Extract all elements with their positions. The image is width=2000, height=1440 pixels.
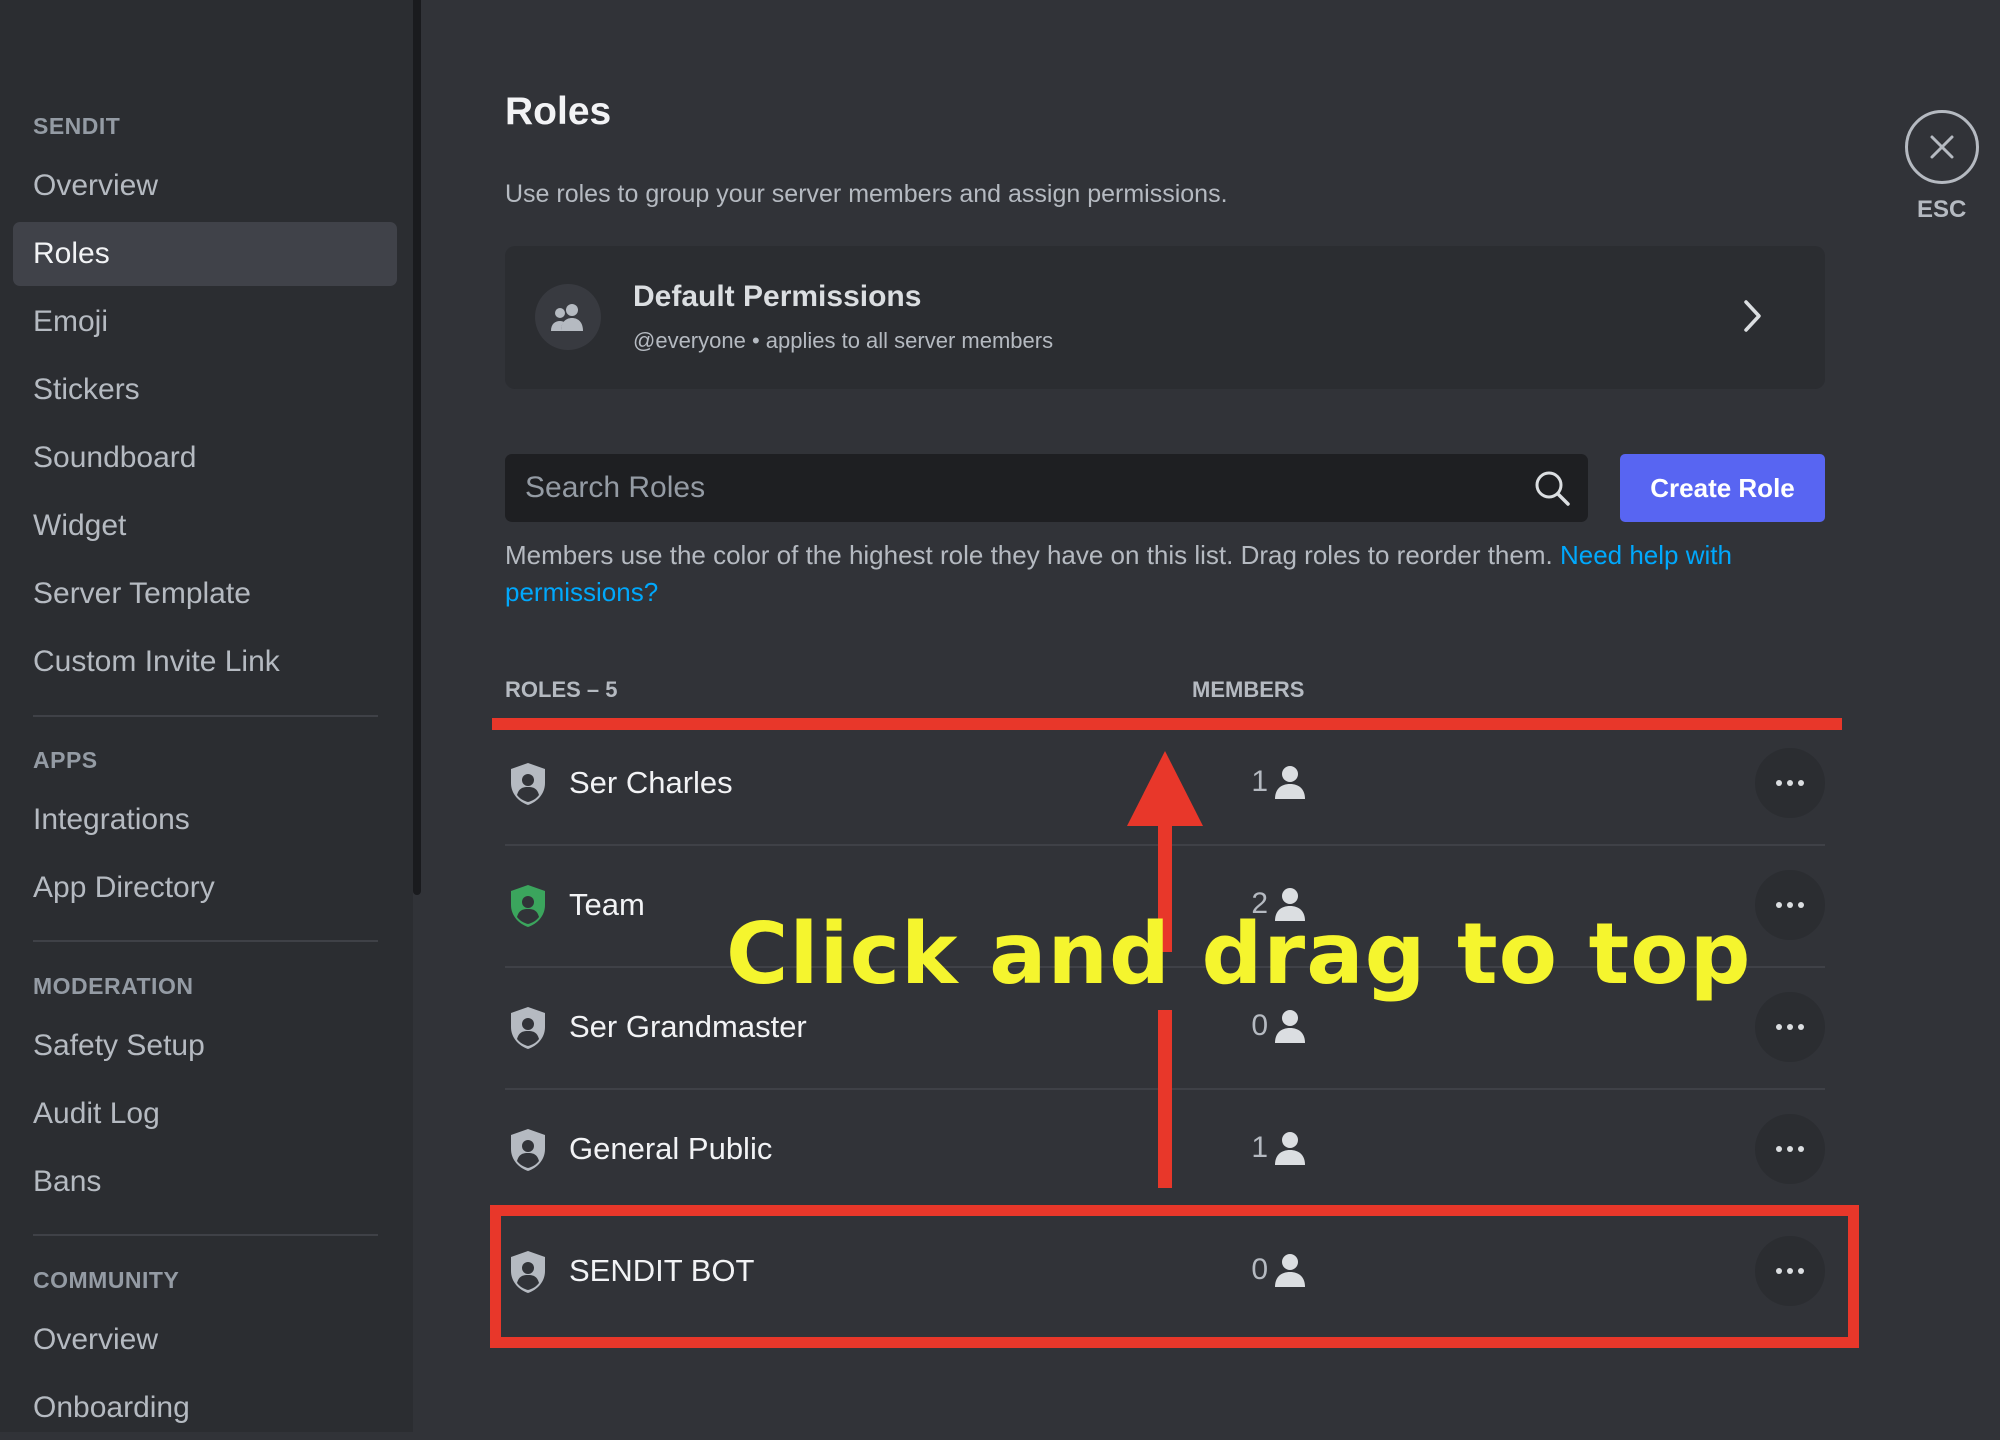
default-permissions-card[interactable]: Default Permissions @everyone • applies … [505, 246, 1825, 389]
sidebar-item-emoji[interactable]: Emoji [13, 290, 397, 354]
more-options-button[interactable] [1755, 870, 1825, 940]
shield-icon [507, 883, 549, 934]
annotation-text: Click and drag to top [726, 905, 1752, 1004]
members-icon [535, 284, 601, 350]
dot-icon [1798, 902, 1804, 908]
roles-help-text: Members use the color of the highest rol… [505, 537, 1835, 611]
sidebar-item-widget[interactable]: Widget [13, 494, 397, 558]
more-options-button[interactable] [1755, 992, 1825, 1062]
sidebar-scrollbar[interactable] [413, 0, 421, 895]
role-name: Ser Grandmaster [569, 1009, 807, 1044]
sidebar-divider [33, 1234, 378, 1236]
sidebar-item-server-template[interactable]: Server Template [13, 562, 397, 626]
dot-icon [1787, 1024, 1793, 1030]
close-button[interactable] [1905, 110, 1979, 184]
more-options-button[interactable] [1755, 748, 1825, 818]
default-permissions-subtitle: @everyone • applies to all server member… [633, 328, 1054, 353]
dot-icon [1798, 1024, 1804, 1030]
sidebar-item-onboarding[interactable]: Onboarding [13, 1376, 397, 1440]
sidebar-item-community-overview[interactable]: Overview [13, 1308, 397, 1372]
dot-icon [1776, 1146, 1782, 1152]
chevron-right-icon [1741, 296, 1765, 341]
sidebar-item-integrations[interactable]: Integrations [13, 788, 397, 852]
esc-label: ESC [1917, 196, 1967, 223]
roles-count-header: ROLES – 5 [505, 677, 618, 702]
create-role-button[interactable]: Create Role [1620, 454, 1825, 522]
search-roles-input[interactable]: Search Roles [505, 454, 1588, 522]
sidebar-divider [33, 940, 378, 942]
member-count: 1 [1251, 765, 1268, 798]
settings-sidebar: SENDIT Overview Roles Emoji Stickers Sou… [0, 0, 413, 1432]
sidebar-item-safety-setup[interactable]: Safety Setup [13, 1014, 397, 1078]
sidebar-header-moderation: MODERATION [33, 973, 194, 999]
sidebar-item-soundboard[interactable]: Soundboard [13, 426, 397, 490]
person-icon [1273, 764, 1307, 805]
dot-icon [1798, 1146, 1804, 1152]
dot-icon [1787, 902, 1793, 908]
person-icon [1273, 1008, 1307, 1049]
search-placeholder: Search Roles [525, 471, 706, 504]
shield-icon [507, 1005, 549, 1056]
sidebar-item-overview[interactable]: Overview [13, 154, 397, 218]
sidebar-item-audit-log[interactable]: Audit Log [13, 1082, 397, 1146]
sidebar-divider [33, 715, 378, 717]
page-title: Roles [505, 90, 612, 133]
dot-icon [1787, 780, 1793, 786]
more-options-button[interactable] [1755, 1114, 1825, 1184]
member-count: 1 [1251, 1131, 1268, 1164]
sidebar-item-custom-invite-link[interactable]: Custom Invite Link [13, 630, 397, 694]
person-icon [1273, 1130, 1307, 1171]
dot-icon [1798, 780, 1804, 786]
role-name: General Public [569, 1131, 773, 1166]
members-header: MEMBERS [1192, 677, 1305, 702]
sidebar-item-app-directory[interactable]: App Directory [13, 856, 397, 920]
shield-icon [507, 1127, 549, 1178]
sidebar-header-community: COMMUNITY [33, 1267, 180, 1293]
sidebar-header-apps: APPS [33, 747, 98, 773]
dot-icon [1776, 780, 1782, 786]
annotation-target-line [492, 718, 1842, 730]
member-count: 0 [1251, 1009, 1268, 1042]
close-icon [1930, 135, 1954, 159]
dot-icon [1787, 1146, 1793, 1152]
page-subtitle: Use roles to group your server members a… [505, 180, 1228, 208]
sidebar-item-roles[interactable]: Roles [13, 222, 397, 286]
role-name: Team [569, 887, 645, 922]
role-name: Ser Charles [569, 765, 733, 800]
annotation-highlight-box [490, 1205, 1859, 1348]
default-permissions-title: Default Permissions [633, 280, 922, 313]
sidebar-item-stickers[interactable]: Stickers [13, 358, 397, 422]
dot-icon [1776, 902, 1782, 908]
search-icon [1532, 468, 1572, 513]
help-text: Members use the color of the highest rol… [505, 540, 1560, 570]
dot-icon [1776, 1024, 1782, 1030]
sidebar-header-sendit: SENDIT [33, 113, 121, 139]
sidebar-item-bans[interactable]: Bans [13, 1150, 397, 1214]
shield-icon [507, 761, 549, 812]
